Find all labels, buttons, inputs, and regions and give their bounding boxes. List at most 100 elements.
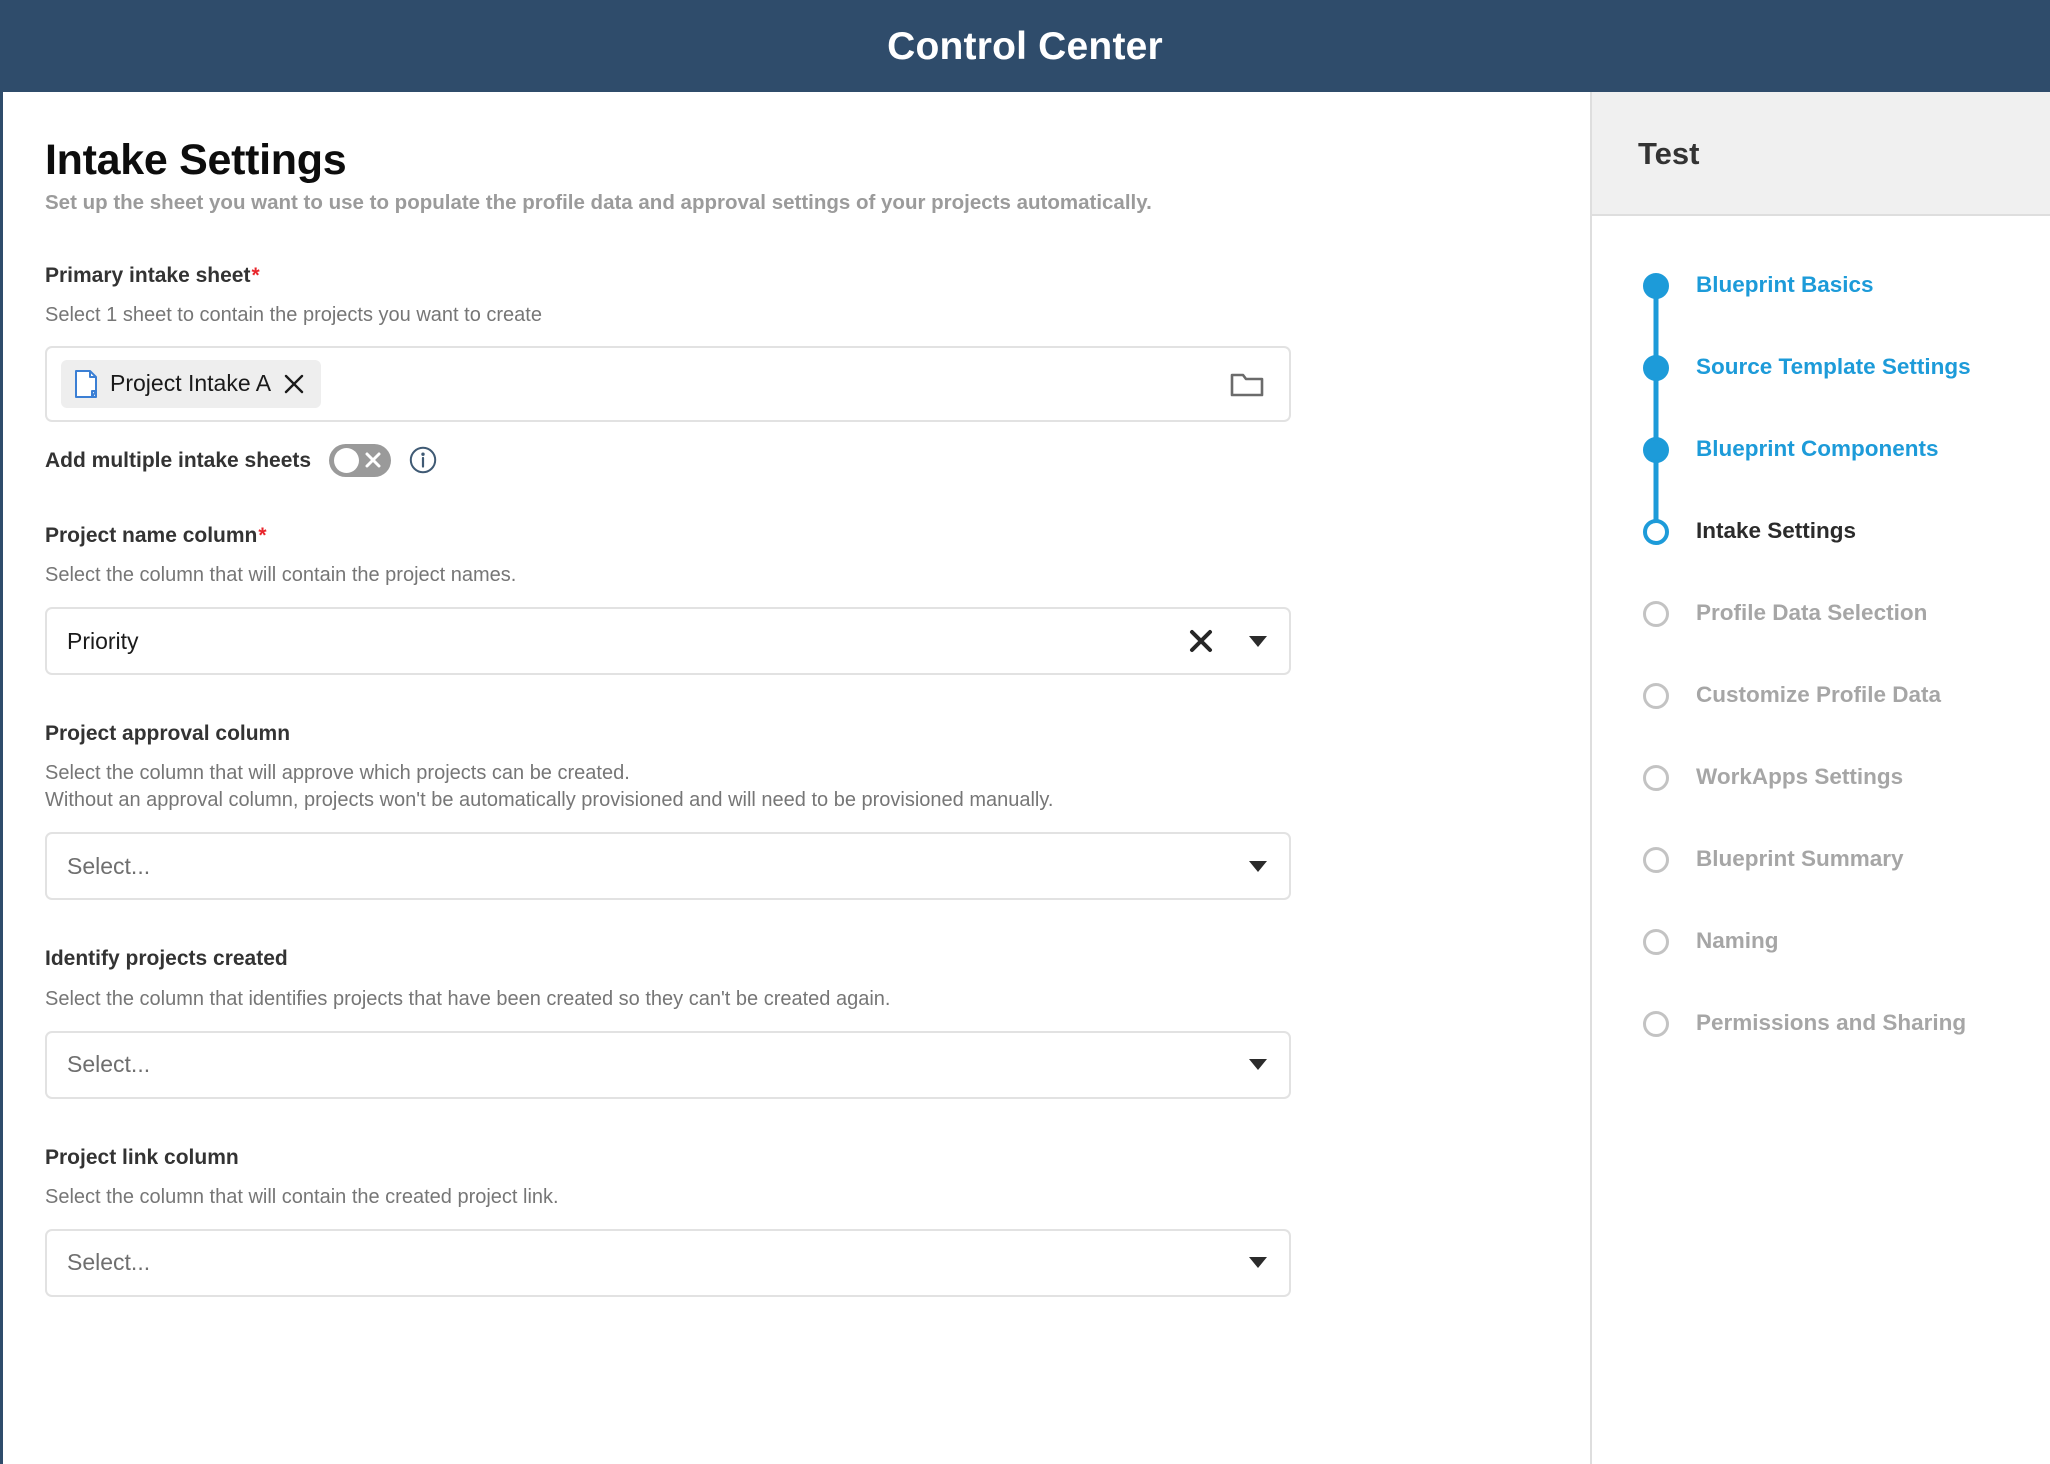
sidebar-step-intake-settings[interactable]: Intake Settings [1592,518,2050,600]
app-title: Control Center [887,24,1163,68]
chevron-down-icon[interactable] [1249,635,1267,647]
step-status-todo-icon [1643,847,1669,873]
required-asterisk: * [251,263,260,287]
primary-intake-sheet-picker[interactable]: Project Intake A [45,345,1291,422]
step-status-todo-icon [1643,929,1669,955]
sidebar-step-naming[interactable]: Naming [1592,928,2050,1010]
step-status-current-icon [1643,519,1669,545]
step-label: Intake Settings [1696,518,1857,543]
primary-intake-sheet-help: Select 1 sheet to contain the projects y… [45,303,542,326]
sidebar-step-blueprint-components[interactable]: Blueprint Components [1592,436,2050,523]
browse-folder-icon[interactable] [1229,368,1265,400]
project-name-column-label-row: Project name column* [45,523,1590,548]
app-body: Intake Settings Set up the sheet you wan… [0,92,2050,1464]
step-label: Naming [1696,928,1779,953]
sidebar-step-customize-profile-data[interactable]: Customize Profile Data [1592,682,2050,764]
project-approval-column-help: Select the column that will approve whic… [45,760,1590,814]
project-name-column-help: Select the column that will contain the … [45,564,517,587]
sidebar-step-blueprint-summary[interactable]: Blueprint Summary [1592,846,2050,928]
project-approval-column-label: Project approval column [45,722,291,746]
blueprint-name: Test [1638,135,1700,171]
step-marker [1638,682,1674,709]
identify-projects-created-help: Select the column that identifies projec… [45,987,891,1010]
project-link-column-select[interactable]: Select... [45,1228,1291,1297]
step-label: Blueprint Basics [1696,272,1874,297]
step-marker [1638,436,1674,523]
chevron-down-icon[interactable] [1249,860,1267,872]
step-status-todo-icon [1643,683,1669,709]
required-asterisk: * [258,523,267,547]
info-icon[interactable] [409,446,437,474]
step-marker [1638,1010,1674,1037]
page-subtitle: Set up the sheet you want to use to popu… [45,191,1152,215]
identify-projects-created-section: Identify projects created Select the col… [45,946,1590,1099]
project-approval-column-section: Project approval column Select the colum… [45,721,1590,901]
project-link-column-value: Select... [67,1249,151,1276]
selected-sheet-name: Project Intake A [110,370,272,397]
sheet-icon [74,369,98,398]
remove-sheet-close-icon[interactable] [283,373,305,395]
sidebar-step-permissions-and-sharing[interactable]: Permissions and Sharing [1592,1010,2050,1092]
step-marker [1638,764,1674,791]
step-marker [1638,354,1674,441]
sidebar-header: Test [1592,92,2050,216]
step-label: WorkApps Settings [1696,764,1904,789]
step-label: Source Template Settings [1696,354,1971,379]
add-multiple-intake-sheets-label: Add multiple intake sheets [45,448,312,472]
step-marker [1638,518,1674,545]
step-status-todo-icon [1643,765,1669,791]
toggle-off-x-icon [365,452,381,468]
step-label: Blueprint Summary [1696,846,1904,871]
step-status-done-icon [1643,437,1669,463]
step-connector [1653,461,1659,523]
identify-projects-created-select[interactable]: Select... [45,1030,1291,1099]
project-approval-column-select[interactable]: Select... [45,832,1291,901]
primary-intake-sheet-label-row: Primary intake sheet* [45,263,1590,288]
chevron-down-icon[interactable] [1249,1059,1267,1071]
blueprint-wizard-sidebar: Test Blueprint Basics Source Template Set… [1590,92,2050,1464]
chevron-down-icon[interactable] [1249,1257,1267,1269]
control-center-window: Control Center Intake Settings Set up th… [0,0,2050,1464]
step-marker [1638,272,1674,359]
project-name-column-label: Project name column [45,523,258,547]
add-multiple-intake-sheets-row: Add multiple intake sheets [45,443,1590,477]
step-label: Customize Profile Data [1696,682,1942,707]
step-marker [1638,600,1674,627]
step-label: Profile Data Selection [1696,600,1928,625]
wizard-stepper: Blueprint Basics Source Template Settings… [1592,216,2050,1092]
sidebar-step-source-template-settings[interactable]: Source Template Settings [1592,354,2050,441]
project-link-column-label: Project link column [45,1145,239,1169]
step-connector [1653,297,1659,359]
main-content-pane: Intake Settings Set up the sheet you wan… [0,92,1590,1464]
identify-projects-created-value: Select... [67,1051,151,1078]
project-approval-column-help-line1: Select the column that will approve whic… [45,762,630,785]
primary-intake-sheet-section: Primary intake sheet* Select 1 sheet to … [45,263,1590,422]
sidebar-step-workapps-settings[interactable]: WorkApps Settings [1592,764,2050,846]
add-multiple-intake-sheets-toggle[interactable] [329,443,392,477]
step-status-todo-icon [1643,1011,1669,1037]
page-title: Intake Settings [45,136,347,184]
toggle-knob [334,447,360,473]
sidebar-step-profile-data-selection[interactable]: Profile Data Selection [1592,600,2050,682]
step-label: Blueprint Components [1696,436,1939,461]
step-marker [1638,846,1674,873]
clear-x-icon[interactable] [1187,627,1215,655]
step-marker [1638,928,1674,955]
project-name-column-select[interactable]: Priority [45,607,1291,676]
project-name-column-value: Priority [67,627,139,654]
step-connector [1653,379,1659,441]
sidebar-step-blueprint-basics[interactable]: Blueprint Basics [1592,272,2050,359]
app-titlebar: Control Center [0,0,2050,92]
project-approval-column-help-line2: Without an approval column, projects won… [45,789,1054,812]
project-approval-column-value: Select... [67,852,151,879]
step-status-done-icon [1643,355,1669,381]
primary-intake-sheet-label: Primary intake sheet [45,263,251,287]
project-link-column-help: Select the column that will contain the … [45,1185,559,1208]
selected-sheet-chip[interactable]: Project Intake A [61,359,322,408]
step-label: Permissions and Sharing [1696,1010,1967,1035]
step-status-todo-icon [1643,601,1669,627]
identify-projects-created-label: Identify projects created [45,947,288,971]
project-name-column-section: Project name column* Select the column t… [45,523,1590,676]
project-link-column-section: Project link column Select the column th… [45,1145,1590,1297]
step-status-done-icon [1643,273,1669,299]
